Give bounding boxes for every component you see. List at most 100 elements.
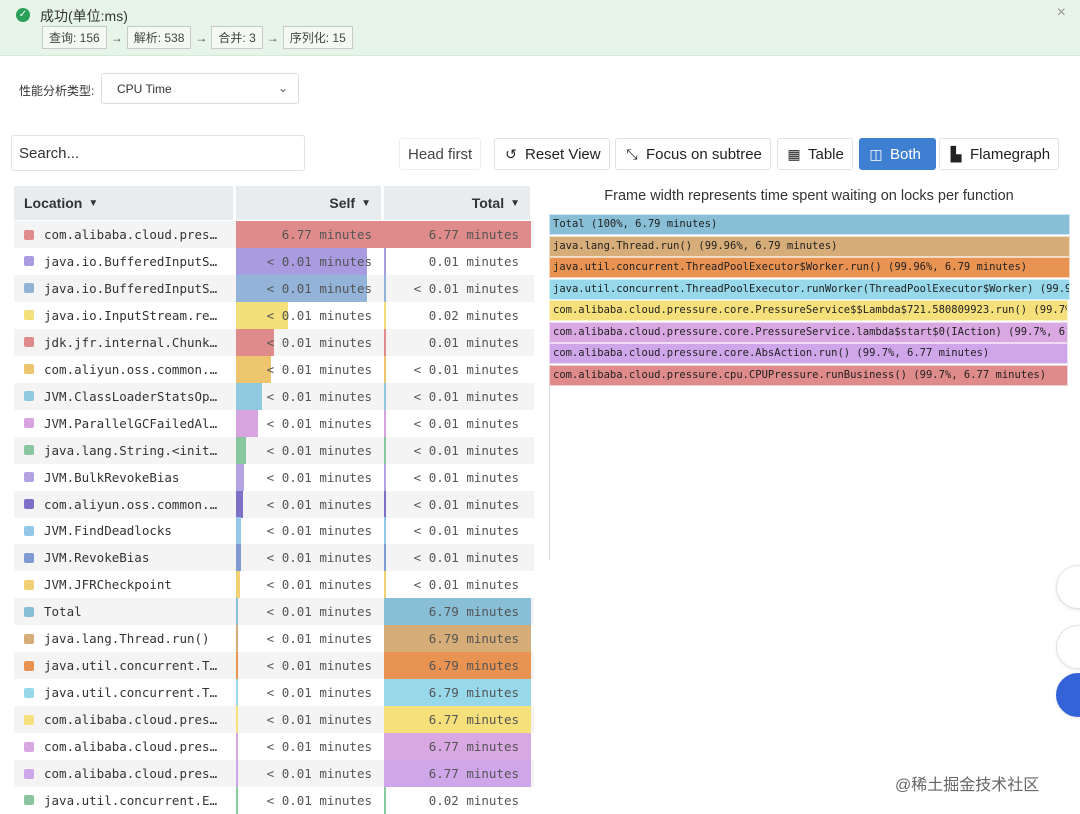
edit-fab[interactable] <box>1056 565 1080 609</box>
total-cell: < 0.01 minutes <box>384 517 531 545</box>
table-row[interactable]: com.alibaba.cloud.pres… < 0.01 minutes 6.7… <box>14 733 534 761</box>
analysis-type-select[interactable]: CPU Time ⌄ <box>101 73 299 104</box>
analysis-type-label: 性能分析类型: <box>19 84 95 98</box>
total-value: 0.01 minutes <box>428 334 519 350</box>
sort-caret-icon: ▼ <box>88 197 99 209</box>
both-view-button[interactable]: ◫ Both <box>859 138 936 170</box>
table-row[interactable]: java.io.BufferedInputS… < 0.01 minutes < 0… <box>14 274 534 302</box>
table-row[interactable]: Total < 0.01 minutes 6.79 minutes <box>14 598 534 626</box>
color-swatch <box>24 633 34 644</box>
color-swatch <box>24 660 34 671</box>
table-row[interactable]: java.util.concurrent.E… < 0.01 minutes 0.0… <box>14 786 534 814</box>
total-bar <box>384 544 386 572</box>
color-swatch <box>24 391 34 402</box>
table-row[interactable]: java.util.concurrent.T… < 0.01 minutes 6.7… <box>14 652 534 680</box>
location-cell: java.io.BufferedInputS… <box>14 275 235 302</box>
location-cell: com.aliyun.oss.common.… <box>14 491 235 518</box>
self-bar <box>236 598 238 626</box>
location-name: JVM.BulkRevokeBias <box>44 469 180 485</box>
color-swatch <box>24 472 34 483</box>
color-swatch <box>24 418 34 429</box>
table-row[interactable]: JVM.RevokeBias < 0.01 minutes < 0.01 minut… <box>14 544 534 572</box>
total-cell: < 0.01 minutes <box>384 382 531 410</box>
sort-caret-icon: ▼ <box>361 197 371 209</box>
search-input[interactable]: Search... <box>11 135 305 171</box>
total-value: 6.77 minutes <box>428 739 519 755</box>
flamegraph-view-button[interactable]: ▙ Flamegraph <box>939 138 1060 170</box>
flame-frame[interactable]: Total (100%, 6.79 minutes) <box>549 214 1070 235</box>
table-row[interactable]: jdk.jfr.internal.Chunk… < 0.01 minutes 0.0… <box>14 328 534 356</box>
table-row[interactable]: JVM.FindDeadlocks < 0.01 minutes < 0.01 mi… <box>14 517 534 545</box>
total-value: < 0.01 minutes <box>413 415 519 431</box>
table-row[interactable]: java.lang.Thread.run() < 0.01 minutes 6.79… <box>14 625 534 653</box>
location-name: JVM.ClassLoaderStatsOp… <box>44 388 218 404</box>
flame-frame[interactable]: com.alibaba.cloud.pressure.core.AbsActio… <box>549 343 1068 364</box>
table-view-button[interactable]: ▦ Table <box>777 138 853 170</box>
color-swatch <box>24 579 34 590</box>
table-row[interactable]: JVM.ParallelGCFailedAl… < 0.01 minutes < 0… <box>14 409 534 437</box>
apps-fab[interactable] <box>1056 673 1080 717</box>
table-row[interactable]: java.io.BufferedInputS… < 0.01 minutes 0.0… <box>14 247 534 275</box>
table-row[interactable]: java.io.InputStream.re… < 0.01 minutes 0.0… <box>14 301 534 329</box>
table-row[interactable]: java.lang.String.<init… < 0.01 minutes < 0… <box>14 436 534 464</box>
table-row[interactable]: com.alibaba.cloud.pres… < 0.01 minutes 6.7… <box>14 760 534 787</box>
self-cell: < 0.01 minutes <box>236 274 384 302</box>
total-cell: < 0.01 minutes <box>384 463 531 491</box>
self-value: < 0.01 minutes <box>266 361 372 377</box>
step-serialize: 序列化: 15 <box>282 26 353 49</box>
flame-frame[interactable]: java.lang.Thread.run() (99.96%, 6.79 min… <box>549 235 1070 257</box>
table-row[interactable]: com.aliyun.oss.common.… < 0.01 minutes < 0… <box>14 355 534 383</box>
table-row[interactable]: JVM.ClassLoaderStatsOp… < 0.01 minutes < 0… <box>14 382 534 410</box>
total-cell: < 0.01 minutes <box>384 571 531 599</box>
location-cell: jdk.jfr.internal.Chunk… <box>14 329 235 356</box>
close-icon[interactable]: × <box>1057 4 1066 22</box>
flame-frame[interactable]: com.alibaba.cloud.pressure.core.Pressure… <box>549 300 1068 321</box>
watermark: @稀土掘金技术社区 <box>895 777 1040 794</box>
self-cell: < 0.01 minutes <box>236 382 384 410</box>
flame-frame[interactable]: java.util.concurrent.ThreadPoolExecutor$… <box>549 257 1070 278</box>
comment-fab[interactable] <box>1056 625 1080 669</box>
head-first-button[interactable]: Head first <box>399 138 482 170</box>
table-row[interactable]: com.alibaba.cloud.pres… < 0.01 minutes 6.7… <box>14 706 534 734</box>
reset-view-button[interactable]: ↺ Reset View <box>494 138 610 170</box>
location-name: java.util.concurrent.T… <box>44 685 218 701</box>
table-row[interactable]: JVM.JFRCheckpoint < 0.01 minutes < 0.01 mi… <box>14 571 534 599</box>
analysis-type-value: CPU Time <box>117 82 172 96</box>
column-header-total[interactable]: Total ▼ <box>384 186 530 220</box>
step-merge: 合并: 3 <box>211 26 263 49</box>
columns-icon: ◫ <box>869 145 883 162</box>
total-value: < 0.01 minutes <box>413 523 519 539</box>
flame-frame[interactable]: com.alibaba.cloud.pressure.cpu.CPUPressu… <box>549 364 1068 386</box>
total-bar <box>384 274 386 302</box>
table-row[interactable]: JVM.BulkRevokeBias < 0.01 minutes < 0.01 m… <box>14 463 534 491</box>
color-swatch <box>24 337 34 348</box>
total-bar <box>384 409 386 437</box>
self-value: < 0.01 minutes <box>266 550 372 566</box>
self-value: < 0.01 minutes <box>266 631 372 647</box>
success-banner: ✓ 成功(单位:ms) × 查询: 156 → 解析: 538 → 合并: 3 … <box>0 0 1080 56</box>
self-cell: < 0.01 minutes <box>236 544 384 572</box>
self-cell: < 0.01 minutes <box>236 625 384 653</box>
table-row[interactable]: com.aliyun.oss.common.… < 0.01 minutes < 0… <box>14 490 534 518</box>
self-bar <box>236 786 238 814</box>
location-cell: JVM.BulkRevokeBias <box>14 464 235 491</box>
focus-subtree-button[interactable]: ⤡ Focus on subtree <box>615 138 771 170</box>
total-value: < 0.01 minutes <box>413 280 519 296</box>
flame-frame[interactable]: com.alibaba.cloud.pressure.core.Pressure… <box>549 321 1068 343</box>
location-cell: JVM.JFRCheckpoint <box>14 571 235 598</box>
column-header-self[interactable]: Self ▼ <box>236 186 381 220</box>
column-header-location[interactable]: Location ▼ <box>14 186 233 220</box>
self-value: < 0.01 minutes <box>266 712 372 728</box>
location-name: java.util.concurrent.E… <box>44 792 218 808</box>
table-row[interactable]: com.alibaba.cloud.pres… 6.77 minutes 6.77 … <box>14 221 534 248</box>
self-cell: < 0.01 minutes <box>236 706 384 734</box>
total-cell: 0.01 minutes <box>384 247 531 275</box>
table-row[interactable]: java.util.concurrent.T… < 0.01 minutes 6.7… <box>14 679 534 707</box>
location-header-label: Location <box>24 195 83 211</box>
location-cell: JVM.RevokeBias <box>14 544 235 571</box>
flame-frame[interactable]: java.util.concurrent.ThreadPoolExecutor.… <box>549 278 1070 300</box>
self-value: < 0.01 minutes <box>266 496 372 512</box>
self-bar <box>236 652 238 680</box>
flamegraph-divider <box>549 385 550 560</box>
self-value: < 0.01 minutes <box>266 523 372 539</box>
